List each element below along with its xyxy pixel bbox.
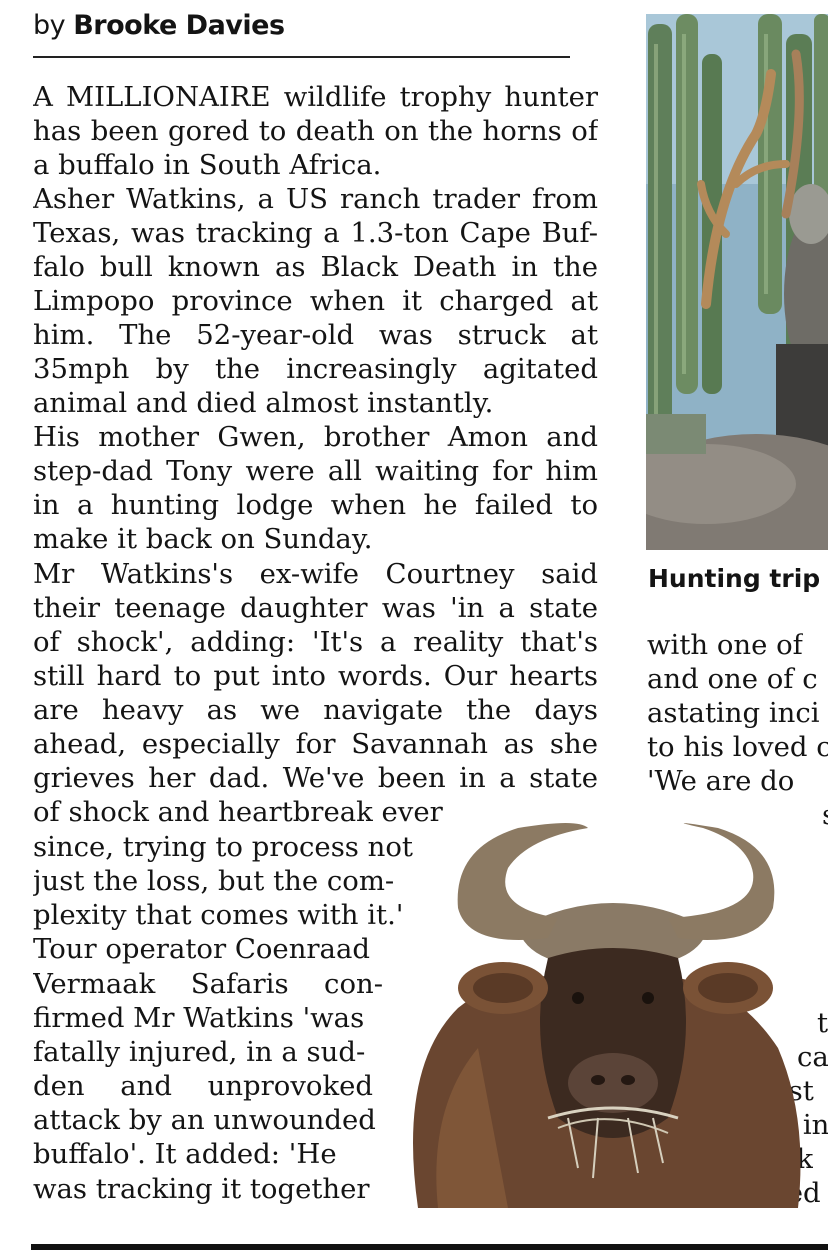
article-line: of shock and heartbreak ever: [33, 796, 443, 828]
article-line: Asher Watkins, a US ranch trader from: [33, 183, 598, 215]
article-line: was tracking it together: [33, 1173, 370, 1205]
hunter-photo: [646, 14, 828, 550]
article-line: of shock', adding: 'It's a reality that'…: [33, 626, 598, 658]
article-line: Texas, was tracking a 1.3-ton Cape Buf-: [33, 217, 598, 249]
article-line: just the loss, but the com-: [33, 865, 395, 897]
article-line: buffalo'. It added: 'He: [33, 1138, 337, 1170]
right-column-line: with one of: [647, 629, 803, 661]
photo-caption: Hunting trip: [648, 564, 821, 593]
article-line: make it back on Sunday.: [33, 523, 373, 555]
article-line: falo bull known as Black Death in the: [33, 251, 598, 283]
article-line: Tour operator Coenraad: [33, 933, 370, 965]
article-line: A MILLIONAIRE wildlife trophy hunter: [33, 81, 598, 113]
article-line: den and unprovoked: [33, 1070, 373, 1102]
article-line: fatally injured, in a sud-: [33, 1036, 366, 1068]
byline-prefix: by: [33, 10, 66, 41]
article-line: still hard to put into words. Our hearts: [33, 660, 598, 692]
bottom-divider: [31, 1244, 828, 1250]
right-column-line: astating inci: [647, 697, 820, 729]
byline: by Brooke Davies: [33, 10, 285, 41]
article-line: Mr Watkins's ex-wife Courtney said: [33, 558, 598, 590]
right-column-line: to his loved c: [647, 731, 828, 763]
article-line: Vermaak Safaris con-: [33, 968, 383, 1000]
article-line: animal and died almost instantly.: [33, 387, 494, 419]
article-line: attack by an unwounded: [33, 1104, 376, 1136]
right-column-line: and one of c: [647, 663, 818, 695]
article-line: step-dad Tony were all waiting for him: [33, 455, 598, 487]
article-line: has been gored to death on the horns of: [33, 115, 598, 147]
byline-author: Brooke Davies: [73, 10, 285, 41]
article-line: firmed Mr Watkins 'was: [33, 1002, 365, 1034]
article-line: a buffalo in South Africa.: [33, 149, 382, 181]
article-line: plexity that comes with it.': [33, 899, 404, 931]
article-line: 35mph by the increasingly agitated: [33, 353, 598, 385]
article-line: grieves her dad. We've been in a state: [33, 762, 598, 794]
right-column-line: 'We are do: [647, 765, 795, 797]
article-line: ahead, especially for Savannah as she: [33, 728, 598, 760]
article-line: His mother Gwen, brother Amon and: [33, 421, 598, 453]
buffalo-image: [398, 818, 828, 1208]
byline-divider: [33, 56, 570, 58]
article-line: Limpopo province when it charged at: [33, 285, 598, 317]
article-line: are heavy as we navigate the days: [33, 694, 598, 726]
article-line: since, trying to process not: [33, 831, 413, 863]
article-line: him. The 52-year-old was struck at: [33, 319, 598, 351]
article-line: in a hunting lodge when he failed to: [33, 489, 598, 521]
article-line: their teenage daughter was 'in a state: [33, 592, 598, 624]
